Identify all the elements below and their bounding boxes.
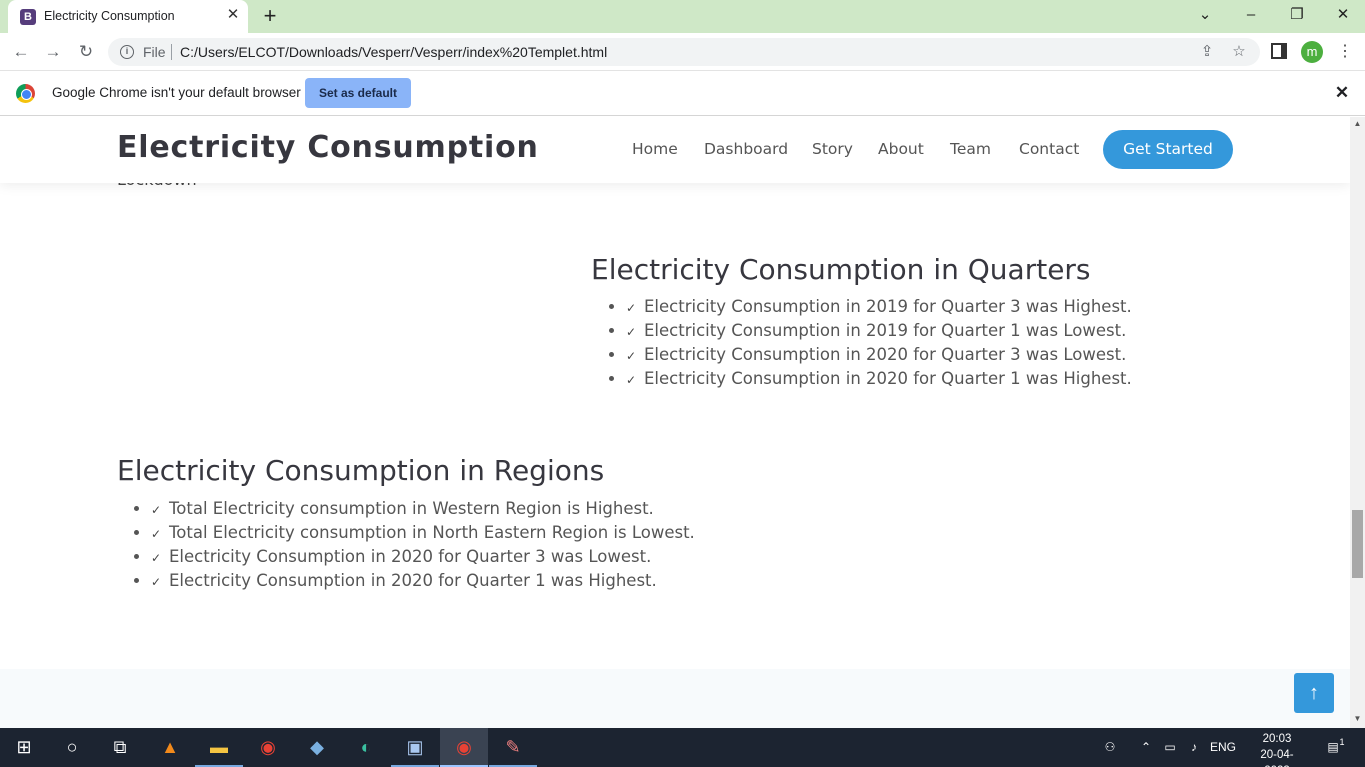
tab-search-chevron-icon[interactable]: ⌄ xyxy=(1193,4,1217,26)
check-icon: ✓ xyxy=(151,527,162,541)
list-item: ✓Electricity Consumption in 2020 for Qua… xyxy=(151,569,695,593)
forward-arrow-icon[interactable]: → xyxy=(42,41,64,63)
check-icon: ✓ xyxy=(151,551,162,565)
bootstrap-favicon-icon: B xyxy=(20,9,36,25)
list-item: ✓Total Electricity consumption in North … xyxy=(151,521,695,545)
task-view-icon[interactable]: ⧉ xyxy=(96,728,144,767)
scroll-down-icon[interactable]: ▼ xyxy=(1350,714,1365,726)
list-item: ✓Electricity Consumption in 2019 for Qua… xyxy=(626,319,1132,343)
nav-home[interactable]: Home xyxy=(632,140,678,158)
side-panel-icon[interactable] xyxy=(1271,43,1287,59)
quarters-list: ✓Electricity Consumption in 2019 for Qua… xyxy=(626,295,1132,391)
list-item: ✓Electricity Consumption in 2020 for Qua… xyxy=(151,545,695,569)
chrome-profile-icon[interactable]: ◉ xyxy=(440,728,488,767)
windows-start-icon[interactable]: ⊞ xyxy=(0,728,48,767)
list-item: ✓Electricity Consumption in 2019 for Qua… xyxy=(626,295,1132,319)
check-icon: ✓ xyxy=(626,301,637,315)
profile-avatar[interactable]: m xyxy=(1301,41,1323,63)
url-scheme-label: File xyxy=(143,44,166,60)
next-section-strip xyxy=(0,669,1350,728)
set-as-default-button[interactable]: Set as default xyxy=(305,78,411,108)
url-text[interactable]: C:/Users/ELCOT/Downloads/Vesperr/Vesperr… xyxy=(180,44,607,60)
nav-about[interactable]: About xyxy=(878,140,924,158)
check-icon: ✓ xyxy=(151,575,162,589)
site-info-icon[interactable]: i xyxy=(120,45,134,59)
tray-chevron-icon[interactable]: ⌃ xyxy=(1137,728,1155,767)
file-explorer-icon[interactable]: ▬ xyxy=(195,728,243,767)
regions-section-title: Electricity Consumption in Regions xyxy=(117,454,605,487)
regions-list: ✓Total Electricity consumption in Wester… xyxy=(151,497,695,593)
minimize-icon[interactable]: – xyxy=(1239,4,1263,26)
tab-title: Electricity Consumption xyxy=(44,9,175,23)
scroll-up-icon[interactable]: ▲ xyxy=(1350,119,1365,131)
language-indicator[interactable]: ENG xyxy=(1208,728,1238,767)
restore-icon[interactable]: ❐ xyxy=(1285,4,1309,26)
share-icon[interactable]: ⇪ xyxy=(1198,43,1216,61)
nav-team[interactable]: Team xyxy=(950,140,991,158)
page-scrollbar[interactable]: ▲ ▼ xyxy=(1350,117,1365,728)
check-icon: ✓ xyxy=(626,373,637,387)
battery-icon[interactable]: ▭ xyxy=(1160,728,1180,767)
site-brand[interactable]: Electricity Consumption xyxy=(117,130,539,165)
tab-strip: B Electricity Consumption ✕ + ⌄ – ❐ ✕ xyxy=(0,0,1365,33)
menu-kebab-icon[interactable]: ⋮ xyxy=(1337,41,1353,63)
infobar-close-icon[interactable]: ✕ xyxy=(1332,83,1352,103)
paint-icon[interactable]: ✎ xyxy=(489,728,537,767)
new-tab-icon[interactable]: + xyxy=(259,5,281,27)
nav-story[interactable]: Story xyxy=(812,140,853,158)
vlc-cone-icon[interactable]: ▲ xyxy=(146,728,194,767)
browser-tab[interactable]: B Electricity Consumption ✕ xyxy=(8,0,248,33)
check-icon: ✓ xyxy=(626,325,637,339)
nav-contact[interactable]: Contact xyxy=(1019,140,1079,158)
back-arrow-icon[interactable]: ← xyxy=(10,41,32,63)
window-close-icon[interactable]: ✕ xyxy=(1331,4,1355,26)
people-icon[interactable]: ⚇ xyxy=(1100,728,1120,767)
search-circle-icon[interactable]: ○ xyxy=(48,728,96,767)
url-divider xyxy=(171,44,172,60)
list-item: ✓Electricity Consumption in 2020 for Qua… xyxy=(626,367,1132,391)
clock[interactable]: 20:03 20-04-2023 xyxy=(1252,731,1302,767)
document-viewer-icon[interactable]: ▣ xyxy=(391,728,439,767)
edge-icon[interactable]: ◐ xyxy=(342,728,390,767)
list-item: ✓Total Electricity consumption in Wester… xyxy=(151,497,695,521)
chrome-logo-icon xyxy=(16,84,35,103)
sql-developer-icon[interactable]: ◆ xyxy=(293,728,341,767)
page-viewport: Lockdown Electricity Consumption Home Da… xyxy=(0,117,1350,728)
volume-icon[interactable]: ♪ xyxy=(1184,728,1204,767)
clock-date: 20-04-2023 xyxy=(1260,749,1294,767)
back-to-top-arrow-icon[interactable]: ↑ xyxy=(1294,673,1334,713)
tab-close-icon[interactable]: ✕ xyxy=(224,6,242,24)
windows-taskbar: ⊞ ○ ⧉ ▲ ▬ ◉ ◆ ◐ ▣ ◉ ✎ ⚇ ⌃ ▭ ♪ ENG 20:03 … xyxy=(0,728,1365,767)
scrollbar-thumb[interactable] xyxy=(1352,510,1363,578)
check-icon: ✓ xyxy=(151,503,162,517)
notification-count-badge: 1 xyxy=(1339,737,1345,747)
address-bar[interactable]: i File C:/Users/ELCOT/Downloads/Vesperr/… xyxy=(108,38,1260,66)
get-started-button[interactable]: Get Started xyxy=(1103,130,1233,169)
infobar-message: Google Chrome isn't your default browser xyxy=(52,85,301,100)
reload-icon[interactable]: ↻ xyxy=(75,41,97,63)
list-item: ✓Electricity Consumption in 2020 for Qua… xyxy=(626,343,1132,367)
chrome-icon[interactable]: ◉ xyxy=(244,728,292,767)
check-icon: ✓ xyxy=(626,349,637,363)
toolbar: ← → ↻ i File C:/Users/ELCOT/Downloads/Ve… xyxy=(0,33,1365,71)
bookmark-star-icon[interactable]: ☆ xyxy=(1230,43,1248,61)
site-header: Electricity Consumption Home Dashboard S… xyxy=(0,117,1350,183)
nav-dashboard[interactable]: Dashboard xyxy=(704,140,788,158)
default-browser-infobar: Google Chrome isn't your default browser… xyxy=(0,71,1365,116)
quarters-section-title: Electricity Consumption in Quarters xyxy=(591,253,1091,286)
clock-time: 20:03 xyxy=(1262,733,1292,745)
